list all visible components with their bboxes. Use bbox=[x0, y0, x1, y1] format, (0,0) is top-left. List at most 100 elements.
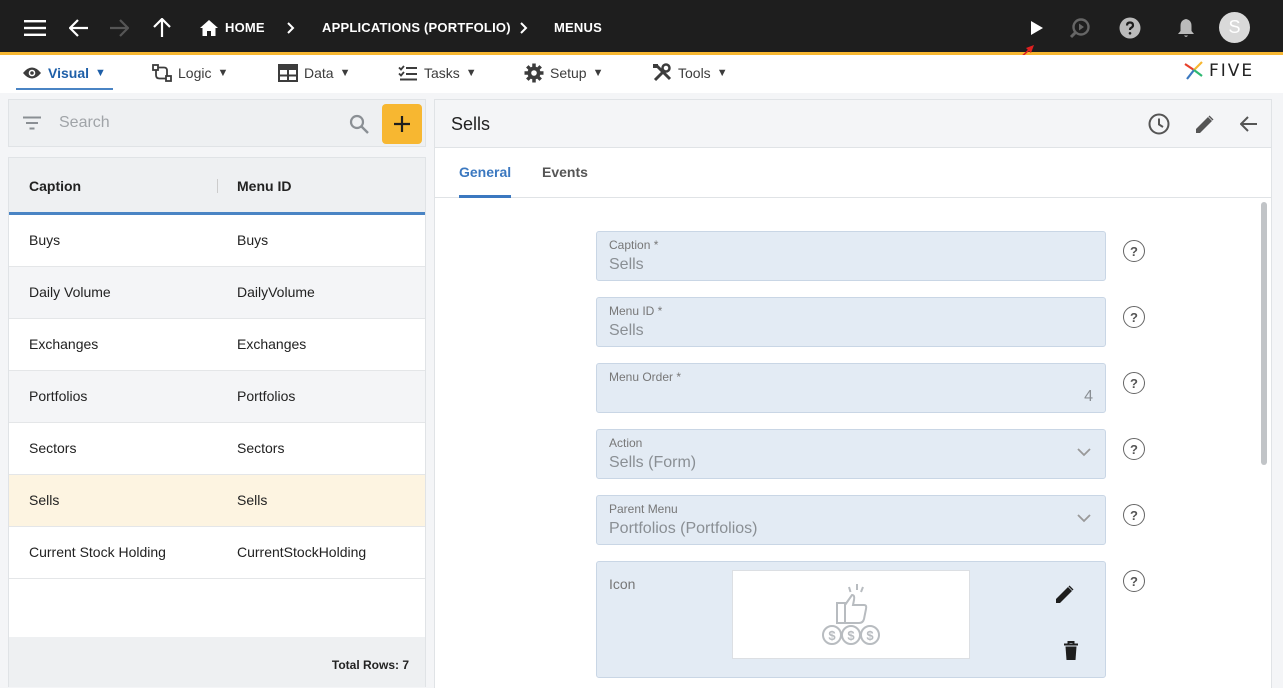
svg-text:$: $ bbox=[847, 628, 855, 643]
detail-tabs: General Events bbox=[435, 148, 1271, 198]
table-icon bbox=[278, 64, 298, 82]
forward-arrow-icon bbox=[109, 0, 129, 55]
menu-tools[interactable]: Tools ▼ bbox=[652, 55, 728, 91]
breadcrumb-chevron-icon bbox=[520, 0, 528, 55]
cell-caption: Sells bbox=[29, 492, 60, 508]
up-arrow-icon[interactable] bbox=[153, 0, 171, 55]
dropdown-caret-icon: ▼ bbox=[716, 67, 728, 79]
breadcrumb-home[interactable]: HOME bbox=[225, 0, 265, 55]
thumbs-up-coins-icon: $ $ $ bbox=[822, 583, 880, 645]
cell-menu-id: Buys bbox=[237, 232, 269, 248]
menu-id-value: Sells bbox=[609, 322, 644, 339]
dropdown-caret-icon: ▼ bbox=[217, 67, 229, 79]
action-value: Sells (Form) bbox=[609, 454, 697, 471]
table-row[interactable]: Daily Volume DailyVolume bbox=[9, 267, 425, 319]
dropdown-caret-icon: ▼ bbox=[339, 67, 351, 79]
menu-id-label: Menu ID * bbox=[609, 304, 663, 318]
five-logo-icon bbox=[1184, 61, 1203, 80]
table-row[interactable]: Buys Buys bbox=[9, 215, 425, 267]
trash-icon[interactable] bbox=[1063, 641, 1079, 661]
menu-id-field[interactable]: Menu ID * Sells bbox=[596, 297, 1106, 347]
chevron-down-icon bbox=[1077, 514, 1091, 523]
dropdown-caret-icon: ▼ bbox=[95, 67, 106, 79]
cell-menu-id: Portfolios bbox=[237, 388, 296, 404]
menu-data-label: Data bbox=[304, 65, 334, 81]
edit-icon[interactable] bbox=[1055, 584, 1075, 604]
column-header-menu-id[interactable]: Menu ID bbox=[237, 178, 291, 194]
menu-logic-label: Logic bbox=[178, 65, 212, 81]
parent-menu-label: Parent Menu bbox=[609, 502, 678, 516]
bell-icon[interactable] bbox=[1177, 0, 1195, 55]
menu-setup[interactable]: Setup ▼ bbox=[524, 55, 603, 91]
svg-text:$: $ bbox=[828, 628, 836, 643]
tab-events[interactable]: Events bbox=[542, 164, 588, 180]
cell-menu-id: DailyVolume bbox=[237, 284, 315, 300]
table-row[interactable]: Portfolios Portfolios bbox=[9, 371, 425, 423]
search-bar bbox=[8, 99, 426, 147]
list-header: Caption Menu ID bbox=[9, 158, 425, 215]
menu-visual[interactable]: Visual ▼ bbox=[22, 55, 106, 91]
table-row[interactable]: Current Stock Holding CurrentStockHoldin… bbox=[9, 527, 425, 579]
help-circle-icon[interactable]: ? bbox=[1123, 570, 1145, 592]
logo-text: FIVE bbox=[1209, 61, 1255, 81]
dropdown-caret-icon: ▼ bbox=[592, 67, 604, 79]
menu-visual-label: Visual bbox=[48, 65, 89, 81]
scrollbar[interactable] bbox=[1261, 202, 1267, 465]
breadcrumb-applications[interactable]: APPLICATIONS (PORTFOLIO) bbox=[322, 0, 511, 55]
caption-field[interactable]: Caption * Sells bbox=[596, 231, 1106, 281]
menu-order-label: Menu Order * bbox=[609, 370, 682, 384]
parent-menu-select[interactable]: Parent Menu Portfolios (Portfolios) bbox=[596, 495, 1106, 545]
menu-setup-label: Setup bbox=[550, 65, 587, 81]
hamburger-menu-icon[interactable] bbox=[24, 0, 46, 55]
add-button[interactable] bbox=[382, 104, 422, 144]
user-avatar[interactable]: S bbox=[1219, 12, 1250, 43]
search-icon[interactable] bbox=[349, 114, 369, 134]
gear-icon bbox=[524, 63, 544, 83]
help-circle-icon[interactable]: ? bbox=[1123, 306, 1145, 328]
search-input[interactable] bbox=[59, 112, 339, 134]
table-row-selected[interactable]: Sells Sells bbox=[9, 475, 425, 527]
cell-menu-id: Sectors bbox=[237, 440, 285, 456]
detail-panel: Sells General Events Caption * Sells ? M… bbox=[434, 99, 1272, 688]
menu-list: Caption Menu ID Buys Buys Daily Volume D… bbox=[8, 157, 426, 687]
help-circle-icon[interactable]: ? bbox=[1123, 438, 1145, 460]
logic-icon bbox=[152, 64, 172, 82]
column-divider[interactable] bbox=[217, 179, 218, 193]
five-logo: FIVE bbox=[1183, 60, 1254, 82]
caption-value: Sells bbox=[609, 256, 644, 273]
caption-label: Caption * bbox=[609, 238, 659, 252]
column-header-caption[interactable]: Caption bbox=[29, 178, 81, 194]
breadcrumb-chevron-icon bbox=[287, 0, 295, 55]
table-row[interactable]: Sectors Sectors bbox=[9, 423, 425, 475]
cell-caption: Current Stock Holding bbox=[29, 544, 166, 560]
cell-menu-id: Sells bbox=[237, 492, 268, 508]
cell-caption: Sectors bbox=[29, 440, 77, 456]
help-circle-icon[interactable]: ? bbox=[1123, 504, 1145, 526]
edit-icon[interactable] bbox=[1193, 112, 1217, 136]
cell-caption: Buys bbox=[29, 232, 61, 248]
back-arrow-icon[interactable] bbox=[1237, 112, 1261, 136]
breadcrumb-menus[interactable]: MENUS bbox=[554, 0, 602, 55]
back-arrow-icon[interactable] bbox=[69, 0, 89, 55]
home-icon[interactable] bbox=[200, 0, 218, 55]
help-circle-icon[interactable]: ? bbox=[1123, 372, 1145, 394]
detail-title: Sells bbox=[451, 114, 491, 134]
icon-label: Icon bbox=[609, 576, 636, 592]
menu-data[interactable]: Data ▼ bbox=[278, 55, 350, 91]
menu-tasks-label: Tasks bbox=[424, 65, 460, 81]
help-circle-icon[interactable]: ? bbox=[1123, 240, 1145, 262]
menu-order-field[interactable]: Menu Order * 4 bbox=[596, 363, 1106, 413]
total-rows: Total Rows: 7 bbox=[331, 658, 409, 672]
dropdown-caret-icon: ▼ bbox=[465, 67, 477, 79]
filter-icon[interactable] bbox=[22, 116, 42, 130]
cell-caption: Daily Volume bbox=[29, 284, 111, 300]
plus-icon bbox=[394, 116, 410, 132]
history-icon[interactable] bbox=[1147, 112, 1171, 136]
table-row[interactable]: Exchanges Exchanges bbox=[9, 319, 425, 371]
menu-tools-label: Tools bbox=[678, 65, 711, 81]
menu-tasks[interactable]: Tasks ▼ bbox=[398, 55, 477, 91]
action-select[interactable]: Action Sells (Form) bbox=[596, 429, 1106, 479]
tab-general[interactable]: General bbox=[459, 164, 511, 180]
menu-logic[interactable]: Logic ▼ bbox=[152, 55, 228, 91]
help-icon[interactable] bbox=[1119, 0, 1141, 55]
